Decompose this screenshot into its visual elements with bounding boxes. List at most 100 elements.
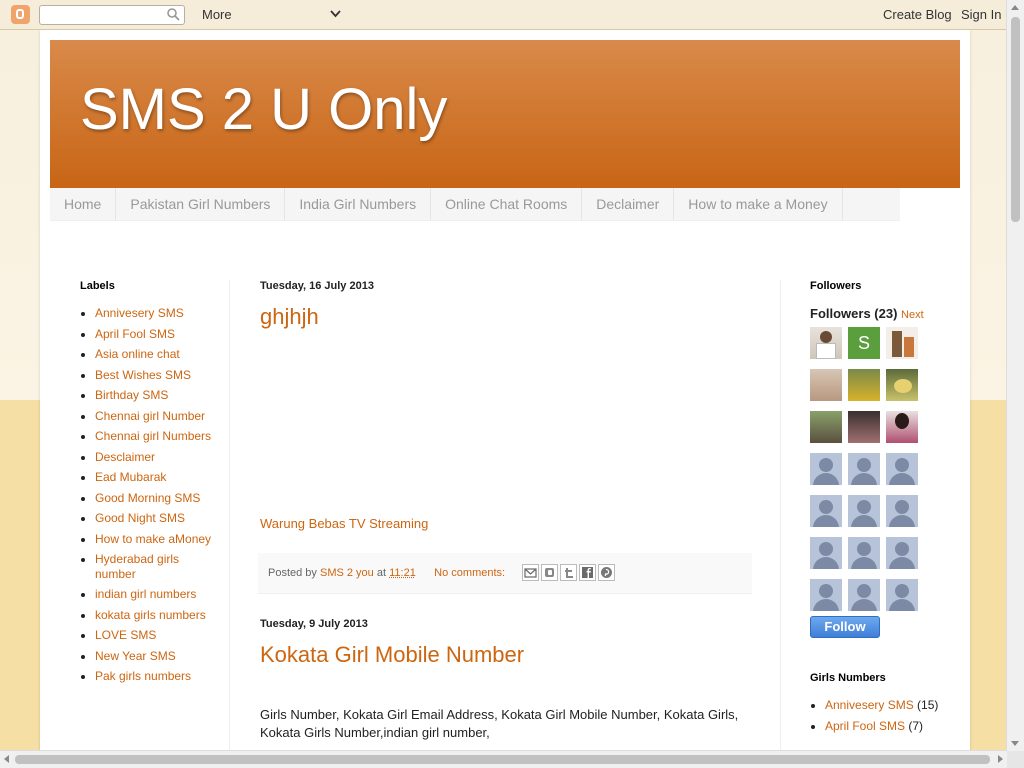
comments-link[interactable]: No comments: — [434, 567, 505, 579]
avatar[interactable] — [848, 537, 880, 569]
list-item: Good Morning SMS — [95, 491, 220, 506]
label-link[interactable]: indian girl numbers — [95, 587, 196, 601]
list-item: indian girl numbers — [95, 587, 220, 602]
sign-in-link[interactable]: Sign In — [961, 7, 1001, 22]
list-item: LOVE SMS — [95, 628, 220, 643]
avatar[interactable] — [810, 411, 842, 443]
girls-numbers-widget: Girls Numbers Annivesery SMS (15) April … — [810, 672, 950, 739]
tab-pakistan-girl-numbers[interactable]: Pakistan Girl Numbers — [116, 188, 286, 220]
warung-bebas-link[interactable]: Warung Bebas TV Streaming — [260, 516, 428, 531]
label-link[interactable]: April Fool SMS — [95, 327, 175, 341]
list-item: Hyderabad girls number — [95, 552, 220, 581]
avatar[interactable]: S — [848, 327, 880, 359]
list-item: Annivesery SMS (15) — [825, 698, 950, 713]
label-link[interactable]: kokata girls numbers — [95, 608, 206, 622]
label-link[interactable]: Hyderabad girls number — [95, 552, 179, 581]
avatar[interactable] — [848, 495, 880, 527]
author-link[interactable]: SMS 2 you — [320, 567, 374, 579]
avatar[interactable] — [810, 369, 842, 401]
tab-how-to-make-money[interactable]: How to make a Money — [674, 188, 843, 220]
create-blog-link[interactable]: Create Blog — [883, 7, 952, 22]
labels-title: Labels — [80, 280, 115, 292]
label-link[interactable]: Desclaimer — [95, 450, 155, 464]
followers-title: Followers — [810, 280, 862, 292]
avatar[interactable] — [810, 537, 842, 569]
search-icon[interactable] — [167, 8, 180, 21]
followers-heading: Followers (23) Next — [810, 306, 950, 321]
email-share-icon[interactable] — [522, 564, 539, 581]
label-link[interactable]: LOVE SMS — [95, 628, 156, 642]
label-link[interactable]: How to make aMoney — [95, 532, 211, 546]
tab-india-girl-numbers[interactable]: India Girl Numbers — [285, 188, 432, 220]
more-menu[interactable]: More — [202, 7, 232, 22]
post-title[interactable]: Kokata Girl Mobile Number — [260, 642, 752, 668]
scroll-right-icon[interactable] — [998, 755, 1003, 763]
labels-widget: Labels Annivesery SMS April Fool SMS Asi… — [80, 280, 220, 690]
label-link[interactable]: Ead Mubarak — [95, 470, 166, 484]
tab-online-chat-rooms[interactable]: Online Chat Rooms — [431, 188, 583, 220]
list-item: Desclaimer — [95, 450, 220, 465]
followers-next-link[interactable]: Next — [901, 309, 924, 321]
scroll-down-icon[interactable] — [1011, 741, 1019, 746]
avatar[interactable] — [810, 495, 842, 527]
blogthis-share-icon[interactable] — [541, 564, 558, 581]
at-label: at — [376, 567, 387, 579]
tab-declaimer[interactable]: Declaimer — [582, 188, 675, 220]
list-item: Best Wishes SMS — [95, 368, 220, 383]
avatar[interactable] — [886, 579, 918, 611]
blogger-logo-icon[interactable] — [11, 5, 30, 24]
avatar[interactable] — [886, 495, 918, 527]
label-link[interactable]: Chennai girl Number — [95, 409, 205, 423]
label-link[interactable]: Chennai girl Numbers — [95, 429, 211, 443]
label-link[interactable]: New Year SMS — [95, 649, 176, 663]
blogger-navbar: More Create Blog Sign In — [0, 0, 1024, 30]
avatar[interactable] — [848, 411, 880, 443]
blog-title[interactable]: SMS 2 U Only — [80, 76, 447, 143]
follow-button[interactable]: Follow — [810, 616, 880, 638]
twitter-share-icon[interactable] — [560, 564, 577, 581]
post-time-link[interactable]: 11:21 — [389, 567, 416, 579]
label-link[interactable]: Good Morning SMS — [95, 491, 200, 505]
avatar[interactable] — [810, 453, 842, 485]
horizontal-scrollbar[interactable] — [0, 750, 1007, 768]
facebook-share-icon[interactable] — [579, 564, 596, 581]
vertical-scroll-thumb[interactable] — [1011, 17, 1020, 222]
avatar[interactable] — [886, 537, 918, 569]
avatar[interactable] — [848, 369, 880, 401]
vertical-scrollbar[interactable] — [1006, 0, 1024, 751]
avatar[interactable] — [886, 369, 918, 401]
label-link[interactable]: April Fool SMS — [825, 719, 905, 733]
label-link[interactable]: Good Night SMS — [95, 511, 185, 525]
post-footer: Posted by SMS 2 you at 11:21 No comments… — [258, 553, 752, 594]
label-link[interactable]: Best Wishes SMS — [95, 368, 191, 382]
avatar[interactable] — [886, 453, 918, 485]
scroll-left-icon[interactable] — [4, 755, 9, 763]
label-link[interactable]: Asia online chat — [95, 347, 180, 361]
avatar[interactable] — [810, 579, 842, 611]
search-input[interactable] — [39, 5, 185, 25]
label-link[interactable]: Pak girls numbers — [95, 669, 191, 683]
labels-list: Annivesery SMS April Fool SMS Asia onlin… — [80, 306, 220, 684]
avatar[interactable] — [810, 327, 842, 359]
pinterest-share-icon[interactable] — [598, 564, 615, 581]
label-count: (15) — [917, 698, 939, 712]
girls-numbers-list: Annivesery SMS (15) April Fool SMS (7) — [810, 698, 950, 733]
list-item: Asia online chat — [95, 347, 220, 362]
label-link[interactable]: Annivesery SMS — [825, 698, 914, 712]
avatar[interactable] — [848, 453, 880, 485]
chevron-down-icon[interactable] — [330, 8, 341, 19]
post: Tuesday, 9 July 2013 Kokata Girl Mobile … — [260, 618, 752, 742]
label-count: (7) — [908, 718, 924, 733]
avatar[interactable] — [886, 327, 918, 359]
horizontal-scroll-thumb[interactable] — [15, 755, 990, 764]
label-link[interactable]: Birthday SMS — [95, 388, 168, 402]
list-item: Chennai girl Number — [95, 409, 220, 424]
tab-home[interactable]: Home — [50, 188, 117, 220]
post-title[interactable]: ghjhjh — [260, 304, 752, 330]
list-item: New Year SMS — [95, 649, 220, 664]
post-date: Tuesday, 9 July 2013 — [260, 618, 368, 630]
avatar[interactable] — [848, 579, 880, 611]
avatar[interactable] — [886, 411, 918, 443]
scroll-up-icon[interactable] — [1011, 5, 1019, 10]
label-link[interactable]: Annivesery SMS — [95, 306, 184, 320]
